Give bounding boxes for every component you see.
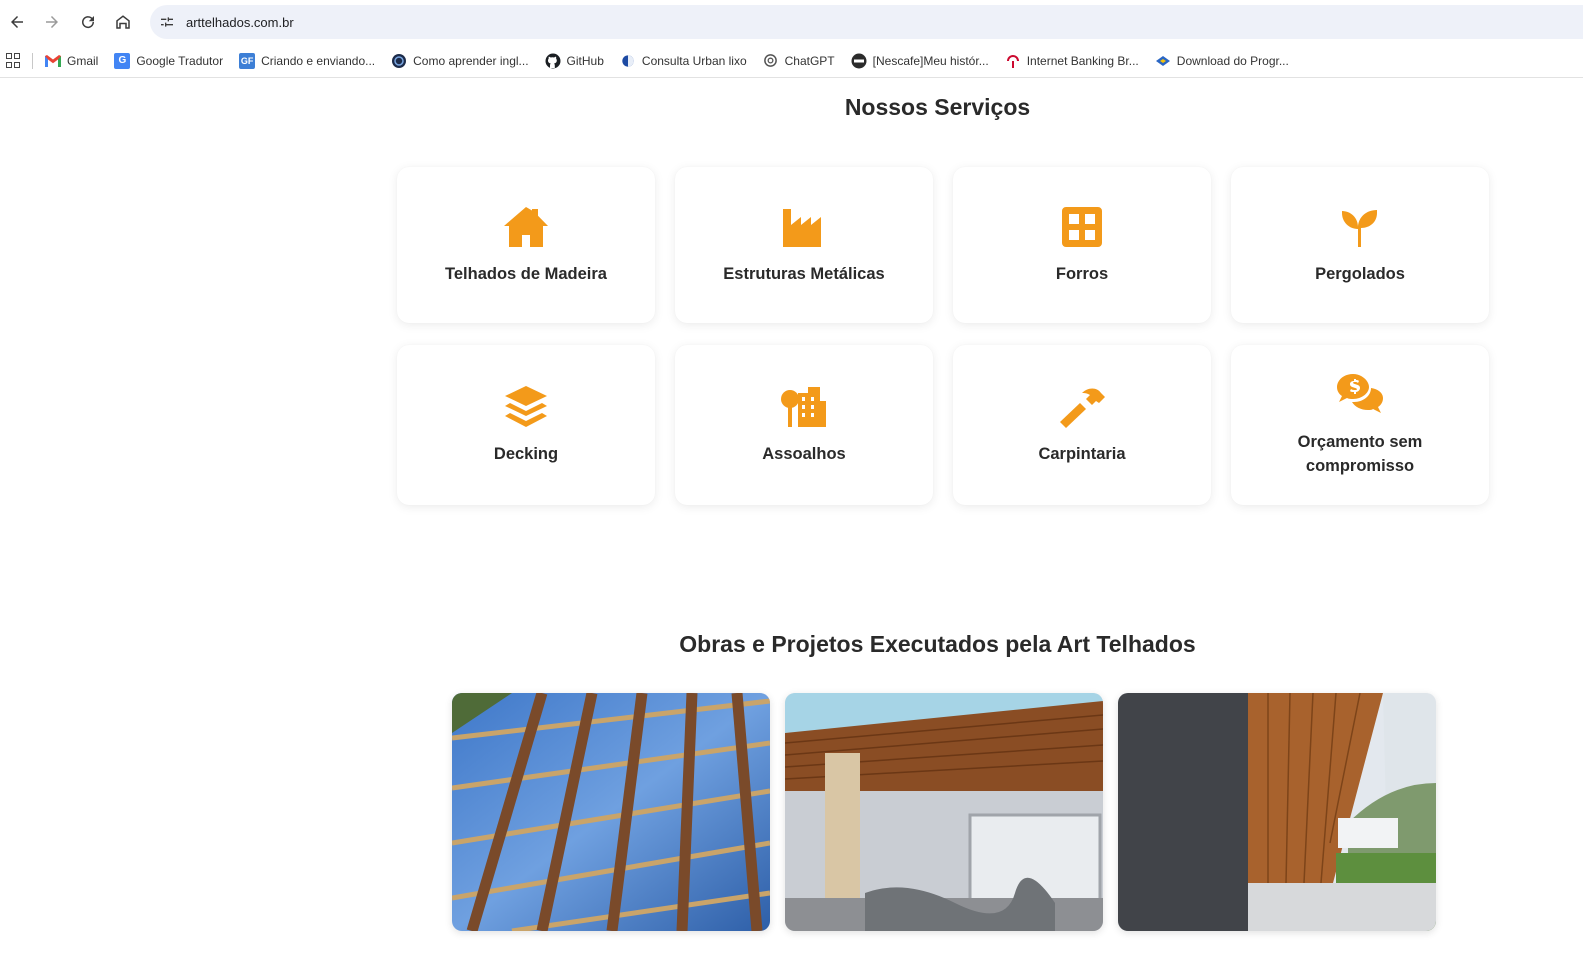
- reload-icon: [82, 16, 95, 29]
- bookmark-criando-enviando[interactable]: GF Criando e enviando...: [239, 52, 375, 69]
- bookmark-github[interactable]: GitHub: [545, 53, 604, 69]
- bookmark-separator: [32, 52, 33, 69]
- projects-title: Obras e Projetos Executados pela Art Tel…: [679, 631, 1196, 657]
- service-card-telhados[interactable]: Telhados de Madeira: [397, 167, 655, 323]
- seedling-icon: [1335, 204, 1385, 250]
- bank-icon: [1005, 53, 1021, 69]
- address-bar[interactable]: arttelhados.com.br: [150, 5, 1583, 39]
- service-card-pergolados[interactable]: Pergolados: [1231, 167, 1489, 323]
- gmail-icon: [45, 53, 61, 69]
- services-grid: Telhados de Madeira Estruturas Metálicas…: [397, 167, 1497, 505]
- roof-structure-photo[interactable]: [452, 693, 770, 931]
- chatgpt-icon: [763, 53, 779, 69]
- city-icon: [779, 384, 829, 430]
- bookmark-consulta-urban[interactable]: Consulta Urban lixo: [620, 53, 747, 69]
- github-icon: [545, 53, 561, 69]
- bookmark-internet-banking[interactable]: Internet Banking Br...: [1005, 53, 1139, 69]
- arrow-left-icon: [11, 16, 23, 28]
- globe-icon: [391, 53, 407, 69]
- grid-icon: [1057, 204, 1107, 250]
- gf-icon: GF: [239, 52, 256, 69]
- services-title: Nossos Serviços: [844, 94, 1031, 120]
- nescafe-icon: [851, 53, 867, 69]
- service-card-forros[interactable]: Forros: [953, 167, 1211, 323]
- house-icon: [501, 204, 551, 250]
- service-card-decking[interactable]: Decking: [397, 345, 655, 505]
- arrow-right-icon: [46, 16, 58, 28]
- site-settings-icon[interactable]: [153, 8, 181, 36]
- hammer-icon: [1057, 384, 1107, 430]
- browser-toolbar: arttelhados.com.br: [0, 0, 1583, 44]
- download-icon: [1155, 53, 1171, 69]
- forward-button[interactable]: [40, 10, 64, 34]
- apps-grid-icon[interactable]: [6, 52, 22, 69]
- layers-icon: [501, 384, 551, 430]
- reload-button[interactable]: [76, 10, 100, 34]
- back-button[interactable]: [5, 10, 29, 34]
- page-content: Nossos Serviços Telhados de Madeira Estr…: [0, 79, 1583, 955]
- translate-icon: G: [114, 52, 131, 69]
- bookmarks-bar: Gmail G Google Tradutor GF Criando e env…: [0, 44, 1583, 78]
- bookmark-como-aprender[interactable]: Como aprender ingl...: [391, 53, 529, 69]
- home-icon: [116, 15, 130, 29]
- bookmark-download-programa[interactable]: Download do Progr...: [1155, 53, 1289, 69]
- industry-icon: [779, 204, 829, 250]
- service-card-orcamento[interactable]: Orçamento sem compromisso: [1231, 345, 1489, 505]
- wood-ceiling-photo[interactable]: [785, 693, 1103, 931]
- bookmark-chatgpt[interactable]: ChatGPT: [763, 53, 835, 69]
- bookmark-google-tradutor[interactable]: G Google Tradutor: [114, 52, 223, 69]
- url-text[interactable]: arttelhados.com.br: [186, 15, 294, 30]
- eave-ceiling-photo[interactable]: [1118, 693, 1436, 931]
- service-card-carpintaria[interactable]: Carpintaria: [953, 345, 1211, 505]
- bookmark-gmail[interactable]: Gmail: [45, 53, 98, 69]
- projects-gallery: [452, 693, 1436, 931]
- bookmark-nescafe[interactable]: [Nescafe]Meu histór...: [851, 53, 989, 69]
- comments-dollar-icon: [1335, 372, 1385, 418]
- home-button[interactable]: [111, 10, 135, 34]
- service-card-assoalhos[interactable]: Assoalhos: [675, 345, 933, 505]
- circle-icon: [620, 53, 636, 69]
- service-card-estruturas[interactable]: Estruturas Metálicas: [675, 167, 933, 323]
